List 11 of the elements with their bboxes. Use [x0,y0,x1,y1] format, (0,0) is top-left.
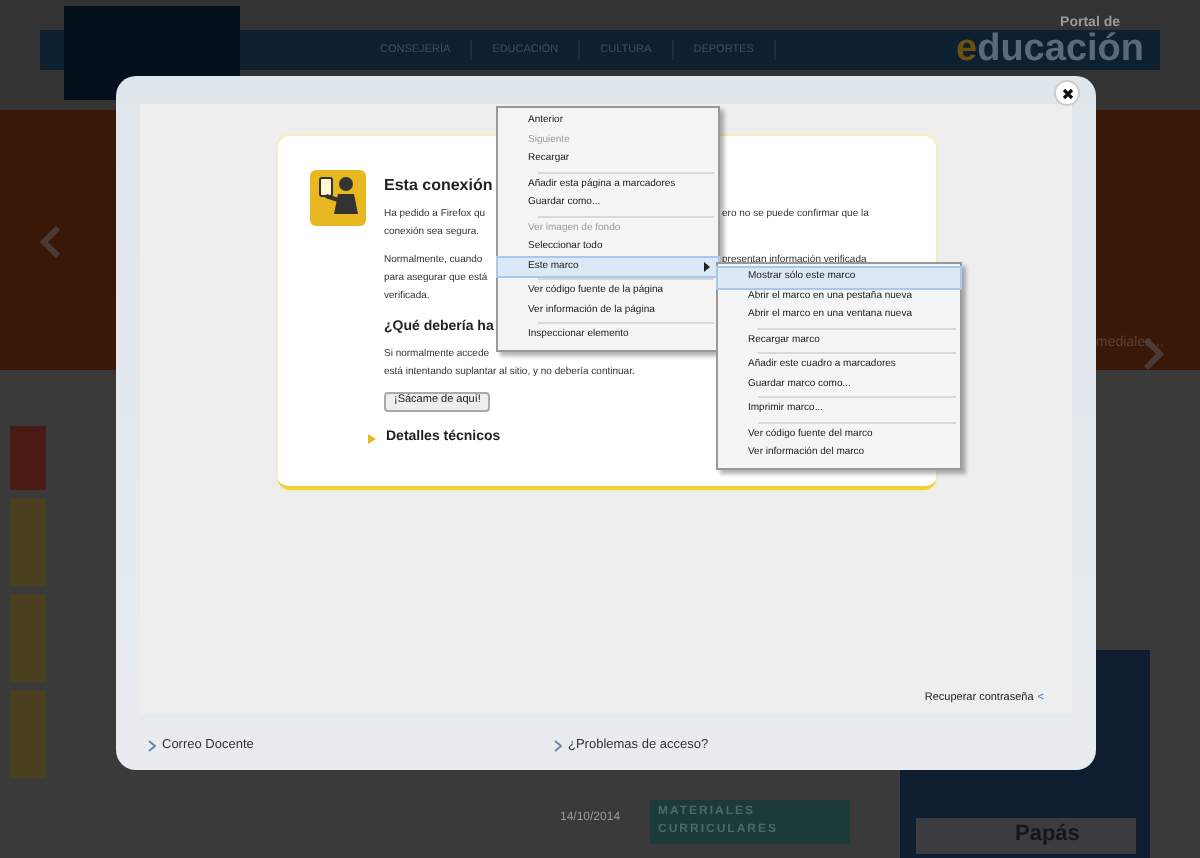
error-title: Esta conexión [384,174,493,198]
chevron-left-icon[interactable] [38,226,62,258]
side-tab[interactable] [10,426,46,490]
warning-figure-icon [310,170,366,226]
chevron-right-icon [148,740,156,752]
expand-triangle-icon[interactable] [368,433,376,444]
chevron-right-icon [554,740,562,752]
side-tab[interactable] [10,498,46,586]
close-icon [1061,87,1073,99]
side-tab[interactable] [10,594,46,682]
side-tab[interactable] [10,690,46,778]
